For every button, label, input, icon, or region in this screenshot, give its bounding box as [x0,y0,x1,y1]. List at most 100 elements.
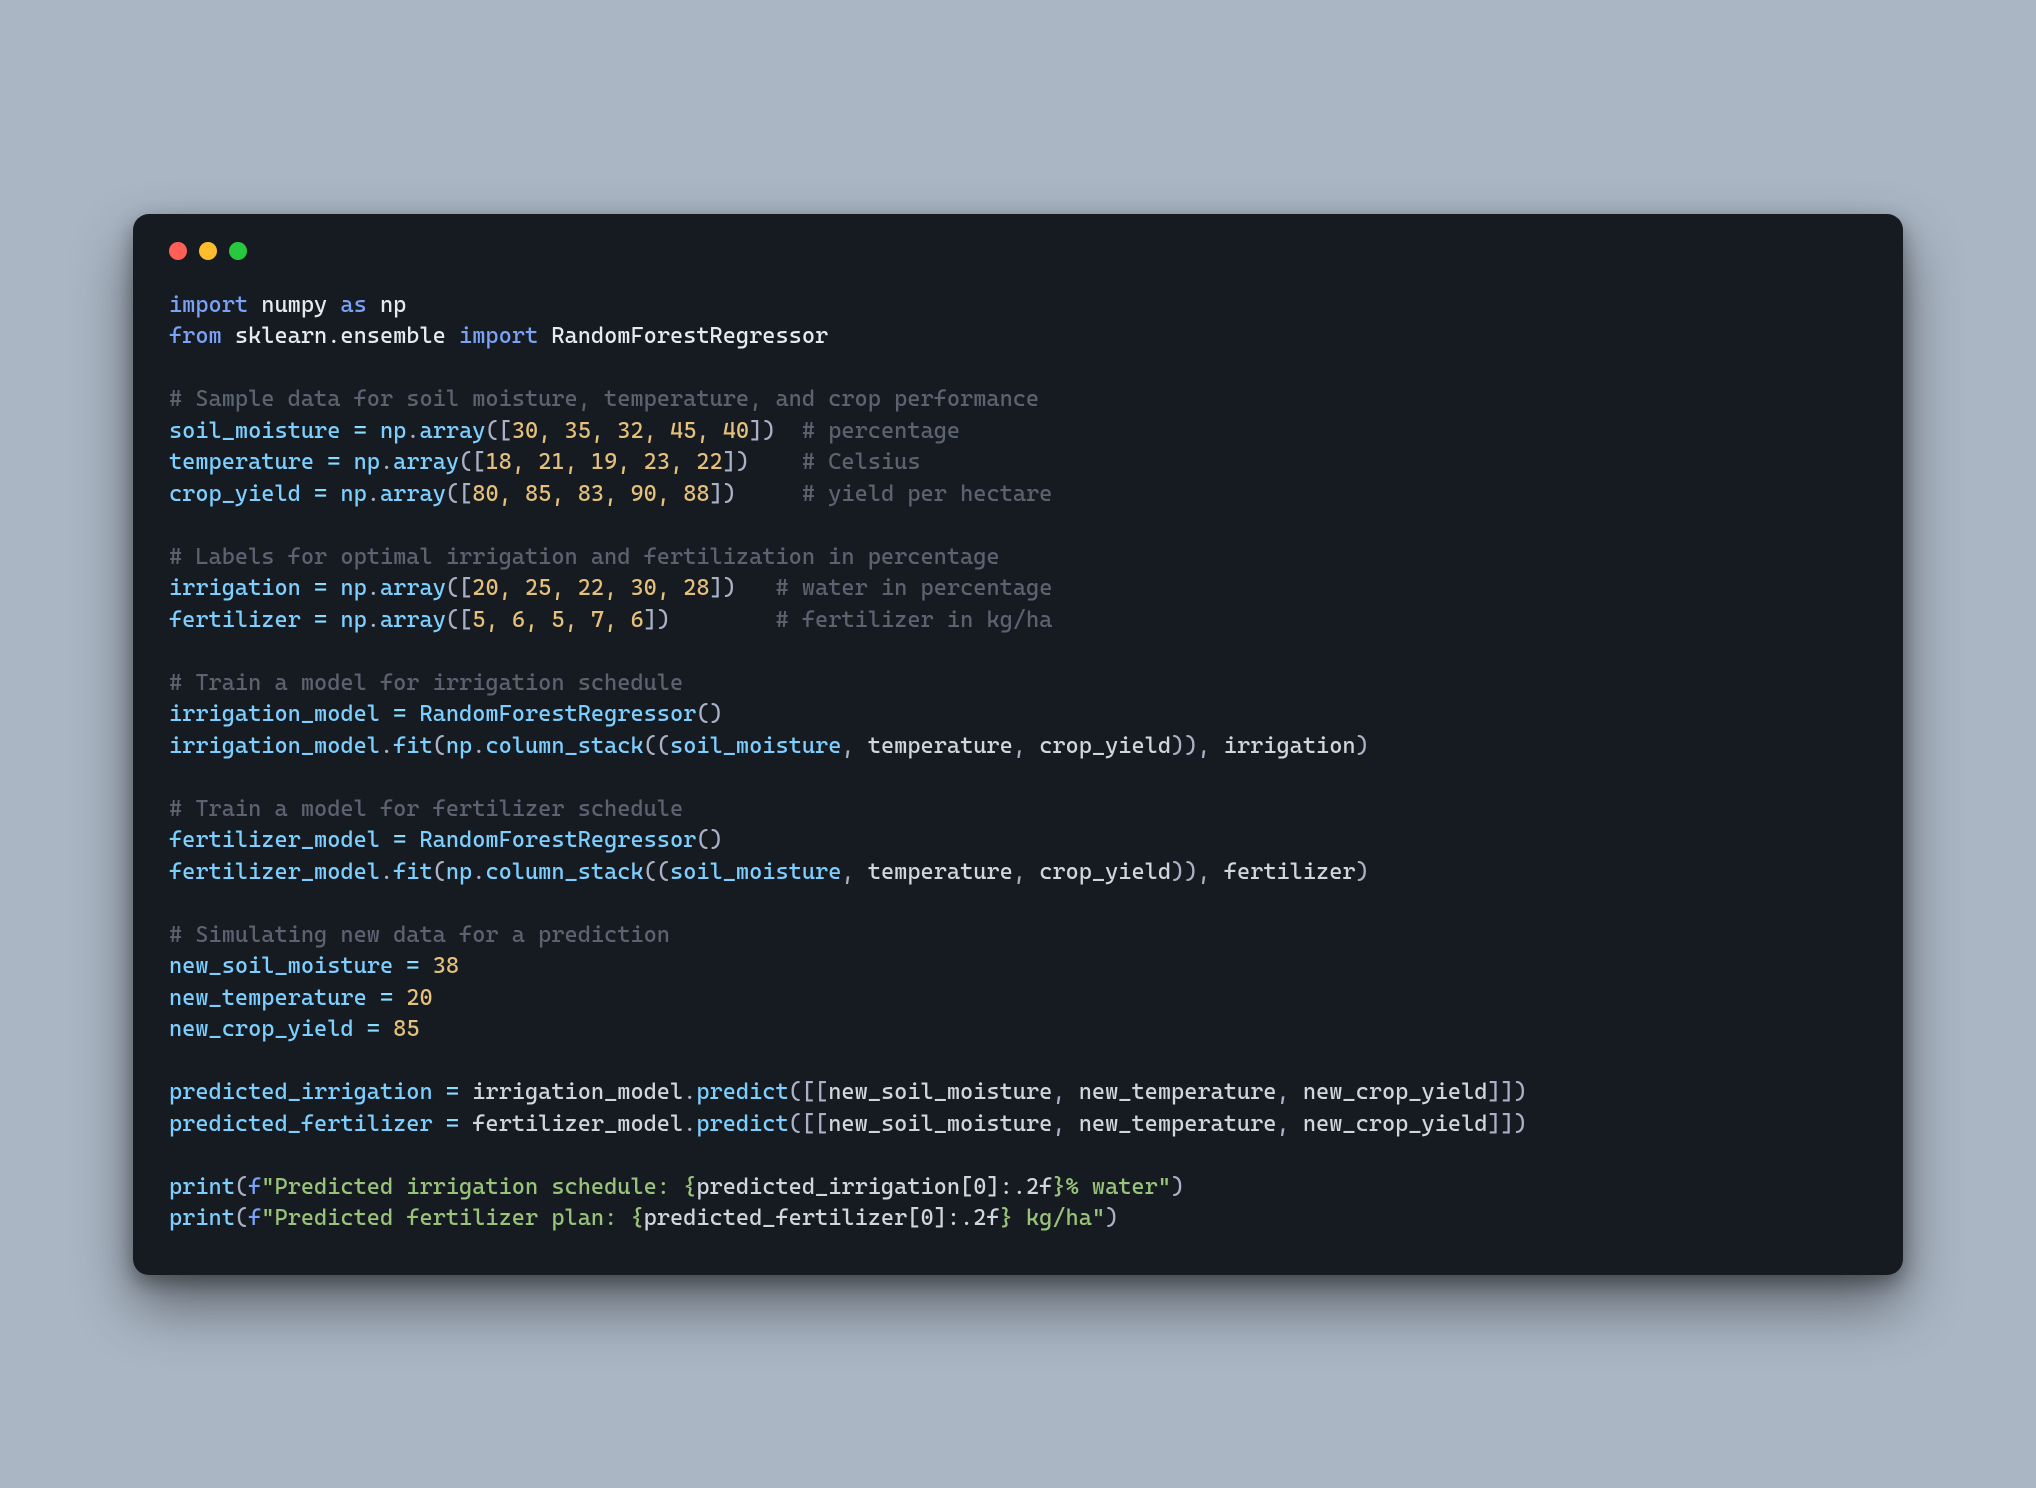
zoom-icon[interactable] [229,242,247,260]
var-fert-model: fertilizer_model [169,827,380,853]
fn-print: print [169,1205,235,1231]
np-ref: np [446,733,472,759]
module-numpy: numpy [261,292,327,318]
np-ref: np [340,575,366,601]
comment-train-irr: # Train a model for irrigation schedule [169,670,683,696]
fn-colstack: column_stack [485,859,643,885]
arg-sm: soil_moisture [670,859,841,885]
num-85: 85 [393,1016,419,1042]
fstring-prefix: f [248,1174,261,1200]
num-38: 38 [433,953,459,979]
arg-new-tp: new_temperature [1079,1111,1277,1137]
op-assign: = [367,985,407,1011]
op-assign: = [380,827,420,853]
np-ref: np [340,481,366,507]
fn-fit: fit [393,733,433,759]
var-pred-irr: predicted_irrigation [169,1079,433,1105]
obj-fert-model: fertilizer_model [169,859,380,885]
arg-tp: temperature [868,859,1013,885]
arg-cy: crop_yield [1039,733,1171,759]
str-part: kg/ha" [1013,1205,1105,1231]
code-block: import numpy as np from sklearn.ensemble… [169,290,1867,1235]
fn-colstack: column_stack [485,733,643,759]
vals-fert: 5, 6, 5, 7, 6 [472,607,643,633]
np-ref: np [380,418,406,444]
op-assign: = [433,1111,473,1137]
comment-sim: # Simulating new data for a prediction [169,922,670,948]
op-assign: = [301,481,341,507]
fstr-expr: predicted_fertilizer[0]:.2f [644,1205,1000,1231]
op-assign: = [301,575,341,601]
str-part: % water" [1066,1174,1171,1200]
comment-train-fert: # Train a model for fertilizer schedule [169,796,683,822]
var-new-cy: new_crop_yield [169,1016,354,1042]
op-assign: = [433,1079,473,1105]
arg-new-sm: new_soil_moisture [828,1111,1052,1137]
arg-new-cy: new_crop_yield [1303,1111,1488,1137]
vals-irr: 20, 25, 22, 30, 28 [472,575,709,601]
num-20: 20 [406,985,432,1011]
comment-water: # water in percentage [776,575,1053,601]
fn-array: array [380,481,446,507]
arg-new-cy: new_crop_yield [1303,1079,1488,1105]
arg-y-fert: fertilizer [1224,859,1356,885]
window-titlebar [169,242,1867,260]
op-assign: = [301,607,341,633]
module-sklearn: sklearn.ensemble [235,323,446,349]
keyword-as: as [340,292,366,318]
arg-new-sm: new_soil_moisture [828,1079,1052,1105]
close-icon[interactable] [169,242,187,260]
str-part: "Predicted fertilizer plan: [261,1205,630,1231]
arg-y-irr: irrigation [1224,733,1356,759]
vals-yield: 80, 85, 83, 90, 88 [472,481,709,507]
minimize-icon[interactable] [199,242,217,260]
fn-array: array [380,607,446,633]
fstr-expr: predicted_irrigation[0]:.2f [696,1174,1052,1200]
op-assign: = [354,1016,394,1042]
arg-new-tp: new_temperature [1079,1079,1277,1105]
class-rfr: RandomForestRegressor [551,323,828,349]
var-pred-fert: predicted_fertilizer [169,1111,433,1137]
comment-celsius: # Celsius [802,449,921,475]
vals-temp: 18, 21, 19, 23, 22 [485,449,722,475]
op-assign: = [393,953,433,979]
op-assign: = [340,418,380,444]
var-new-sm: new_soil_moisture [169,953,393,979]
fn-print: print [169,1174,235,1200]
keyword-import: import [169,292,248,318]
fn-array: array [393,449,459,475]
arg-cy: crop_yield [1039,859,1171,885]
comment-labels: # Labels for optimal irrigation and fert… [169,544,1000,570]
obj-fert-model: fertilizer_model [472,1111,683,1137]
comment-fert: # fertilizer in kg/ha [776,607,1053,633]
var-new-tp: new_temperature [169,985,367,1011]
var-irr-model: irrigation_model [169,701,380,727]
comment-sample-data: # Sample data for soil moisture, tempera… [169,386,1039,412]
str-part: "Predicted irrigation schedule: [261,1174,683,1200]
fn-fit: fit [393,859,433,885]
vals-soil: 30, 35, 32, 45, 40 [512,418,749,444]
var-irrigation: irrigation [169,575,301,601]
keyword-import: import [459,323,538,349]
op-assign: = [314,449,354,475]
var-fertilizer: fertilizer [169,607,301,633]
np-ref: np [446,859,472,885]
var-crop-yield: crop_yield [169,481,301,507]
comment-yield: # yield per hectare [802,481,1053,507]
var-temperature: temperature [169,449,314,475]
fn-predict: predict [696,1111,788,1137]
np-ref: np [354,449,380,475]
fstring-prefix: f [248,1205,261,1231]
class-rfr-call: RandomForestRegressor [420,827,697,853]
keyword-from: from [169,323,222,349]
comment-pct: # percentage [802,418,960,444]
fn-predict: predict [696,1079,788,1105]
obj-irr-model: irrigation_model [169,733,380,759]
arg-tp: temperature [868,733,1013,759]
np-ref: np [340,607,366,633]
class-rfr-call: RandomForestRegressor [420,701,697,727]
var-soil-moisture: soil_moisture [169,418,340,444]
obj-irr-model: irrigation_model [472,1079,683,1105]
alias-np: np [380,292,406,318]
op-assign: = [380,701,420,727]
